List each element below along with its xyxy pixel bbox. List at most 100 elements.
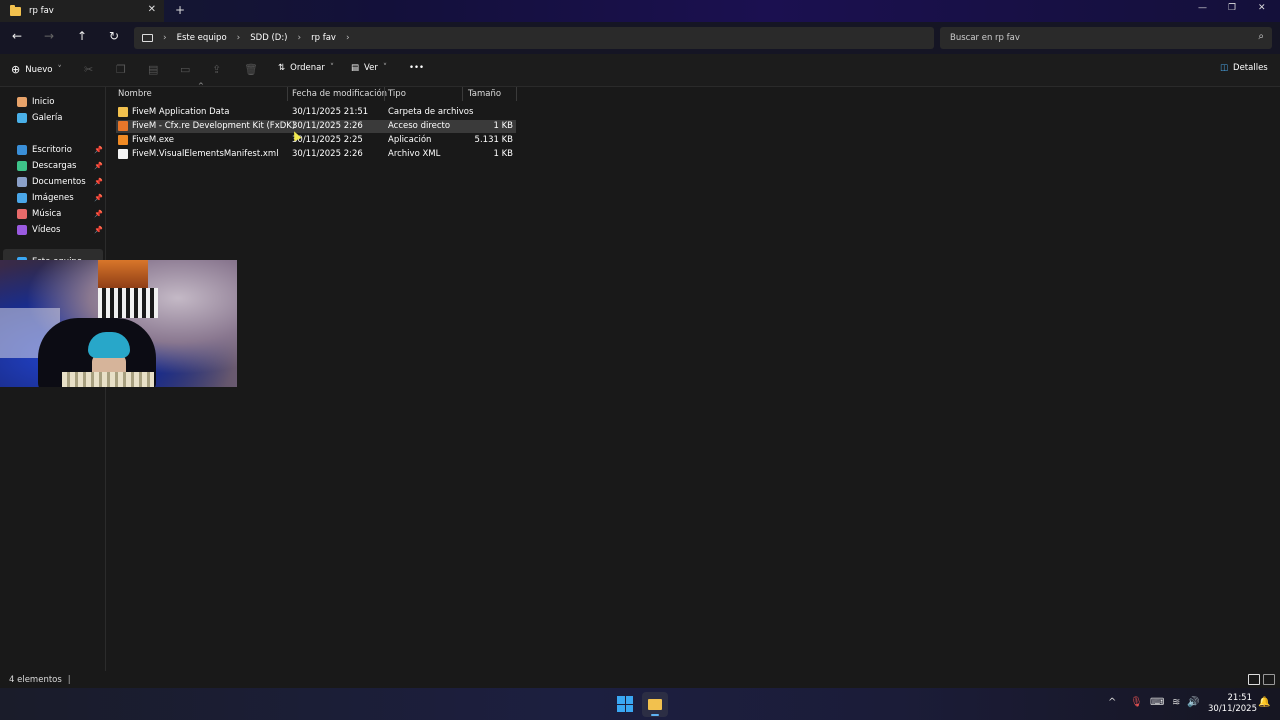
share-icon[interactable]: ⇪ [212, 63, 221, 76]
chevron-down-icon: ˅ [382, 63, 388, 73]
sidebar-item-inicio[interactable]: Inicio [17, 95, 105, 109]
start-button[interactable] [617, 696, 633, 712]
downloads-icon [17, 161, 27, 171]
new-tab-button[interactable]: + [175, 3, 185, 17]
status-bar: 4 elementos | [0, 671, 1280, 688]
back-button[interactable]: ← [12, 29, 22, 43]
microphone-icon[interactable]: 🎙 [1130, 697, 1143, 708]
sort-button[interactable]: ⇅ Ordenar ˅ [278, 63, 334, 73]
copy-icon[interactable]: ❐ [116, 63, 126, 76]
address-bar[interactable]: › Este equipo › SDD (D:) › rp fav › [134, 27, 934, 49]
column-header-date[interactable]: Fecha de modificación [292, 89, 387, 99]
clock-date: 30/11/2025 [1208, 704, 1257, 714]
sidebar-item-vídeos[interactable]: Vídeos 📌 [17, 223, 105, 237]
wifi-icon[interactable]: ≋ [1172, 697, 1180, 708]
show-hidden-icons-button[interactable]: ^ [1108, 697, 1116, 708]
chevron-right-icon[interactable]: › [237, 33, 241, 43]
new-button[interactable]: ⊕ Nuevo ˅ [11, 63, 62, 76]
chevron-right-icon[interactable]: › [298, 33, 302, 43]
pin-icon[interactable]: 📌 [94, 178, 103, 186]
sidebar-item-label: Imágenes [32, 193, 74, 203]
column-header-type[interactable]: Tipo [388, 89, 406, 99]
delete-icon[interactable]: 🗑 [244, 63, 258, 76]
pin-icon[interactable]: 📌 [94, 194, 103, 202]
sidebar-item-descargas[interactable]: Descargas 📌 [17, 159, 105, 173]
tiles-view-button[interactable] [1263, 674, 1275, 685]
more-options-button[interactable]: ••• [409, 63, 424, 73]
webcam-overlay [0, 260, 237, 387]
rename-icon[interactable]: ▭ [180, 63, 190, 76]
breadcrumb-este-equipo[interactable]: Este equipo [177, 33, 227, 43]
column-divider[interactable] [287, 87, 288, 101]
view-button[interactable]: ▤ Ver ˅ [351, 63, 387, 73]
clock[interactable]: 21:51 30/11/2025 [1208, 693, 1257, 715]
file-row[interactable]: FiveM.exe 30/11/2025 2:25 Aplicación 5.131 … [116, 134, 516, 147]
sort-icon: ⇅ [278, 63, 286, 73]
pin-icon[interactable]: 📌 [94, 146, 103, 154]
clock-time: 21:51 [1227, 693, 1253, 703]
breadcrumb-rp-fav[interactable]: rp fav [311, 33, 336, 43]
folder-icon [10, 4, 21, 16]
volume-icon[interactable]: 🔊 [1187, 697, 1199, 708]
active-app-indicator [651, 714, 659, 716]
breadcrumb-sdd[interactable]: SDD (D:) [250, 33, 287, 43]
sidebar-item-label: Galería [32, 113, 63, 123]
windows-logo-tile [625, 696, 633, 704]
column-header-name[interactable]: Nombre [118, 89, 152, 99]
pictures-icon [17, 193, 27, 203]
file-date: 30/11/2025 2:26 [292, 149, 363, 159]
sidebar-item-label: Documentos [32, 177, 86, 187]
pin-icon[interactable]: 📌 [94, 226, 103, 234]
notifications-icon[interactable]: 🔔 [1258, 697, 1270, 708]
refresh-button[interactable]: ↻ [109, 29, 119, 43]
tab-rp-fav[interactable]: rp fav ✕ [0, 0, 164, 22]
pin-icon[interactable]: 📌 [94, 162, 103, 170]
sidebar-item-imágenes[interactable]: Imágenes 📌 [17, 191, 105, 205]
chevron-right-icon[interactable]: › [163, 33, 167, 43]
webcam-curtain [98, 288, 158, 318]
tab-title: rp fav [29, 6, 54, 16]
navigation-bar: ← → ↑ ↻ › Este equipo › SDD (D:) › rp fa… [0, 22, 1280, 54]
sidebar-item-galería[interactable]: Galería [17, 111, 105, 125]
gallery-icon [17, 113, 27, 123]
webcam-shelf [98, 260, 148, 290]
file-type: Acceso directo [388, 121, 451, 131]
details-view-button[interactable] [1248, 674, 1260, 685]
chevron-right-icon[interactable]: › [346, 33, 350, 43]
documents-icon [17, 177, 27, 187]
view-label: Ver [364, 63, 378, 73]
sidebar-item-escritorio[interactable]: Escritorio 📌 [17, 143, 105, 157]
file-size: 5.131 KB [474, 135, 513, 145]
file-type: Archivo XML [388, 149, 441, 159]
sort-label: Ordenar [290, 63, 325, 73]
sidebar-item-música[interactable]: Música 📌 [17, 207, 105, 221]
file-size: 1 KB [493, 149, 513, 159]
file-row[interactable]: FiveM Application Data 30/11/2025 21:51 Ca… [116, 106, 516, 119]
close-window-button[interactable]: ✕ [1258, 3, 1266, 13]
new-label: Nuevo [25, 64, 53, 75]
column-divider[interactable] [384, 87, 385, 101]
minimize-button[interactable]: — [1198, 3, 1207, 13]
pin-icon[interactable]: 📌 [94, 210, 103, 218]
file-explorer-taskbar-button[interactable] [642, 692, 668, 717]
file-row[interactable]: FiveM - Cfx.re Development Kit (FxDK) 30/… [116, 120, 516, 133]
column-divider[interactable] [516, 87, 517, 101]
windows-logo-tile [617, 704, 625, 712]
sidebar-item-documentos[interactable]: Documentos 📌 [17, 175, 105, 189]
keyboard-icon[interactable]: ⌨ [1150, 697, 1164, 708]
file-row[interactable]: FiveM.VisualElementsManifest.xml 30/11/20… [116, 148, 516, 161]
details-button[interactable]: ◫ Detalles [1220, 63, 1268, 73]
column-header-size[interactable]: Tamaño [468, 89, 501, 99]
search-input[interactable]: Buscar en rp fav ⌕ [940, 27, 1272, 49]
file-name: FiveM Application Data [132, 107, 230, 117]
column-divider[interactable] [462, 87, 463, 101]
desktop-icon [17, 145, 27, 155]
shortcut-icon [118, 121, 128, 131]
tab-close-button[interactable]: ✕ [148, 4, 156, 15]
maximize-button[interactable]: ❐ [1228, 3, 1236, 13]
paste-icon[interactable]: ▤ [148, 63, 158, 76]
forward-button[interactable]: → [44, 29, 54, 43]
file-name: FiveM.VisualElementsManifest.xml [132, 149, 279, 159]
up-button[interactable]: ↑ [77, 29, 87, 43]
cut-icon[interactable]: ✂ [84, 63, 93, 76]
